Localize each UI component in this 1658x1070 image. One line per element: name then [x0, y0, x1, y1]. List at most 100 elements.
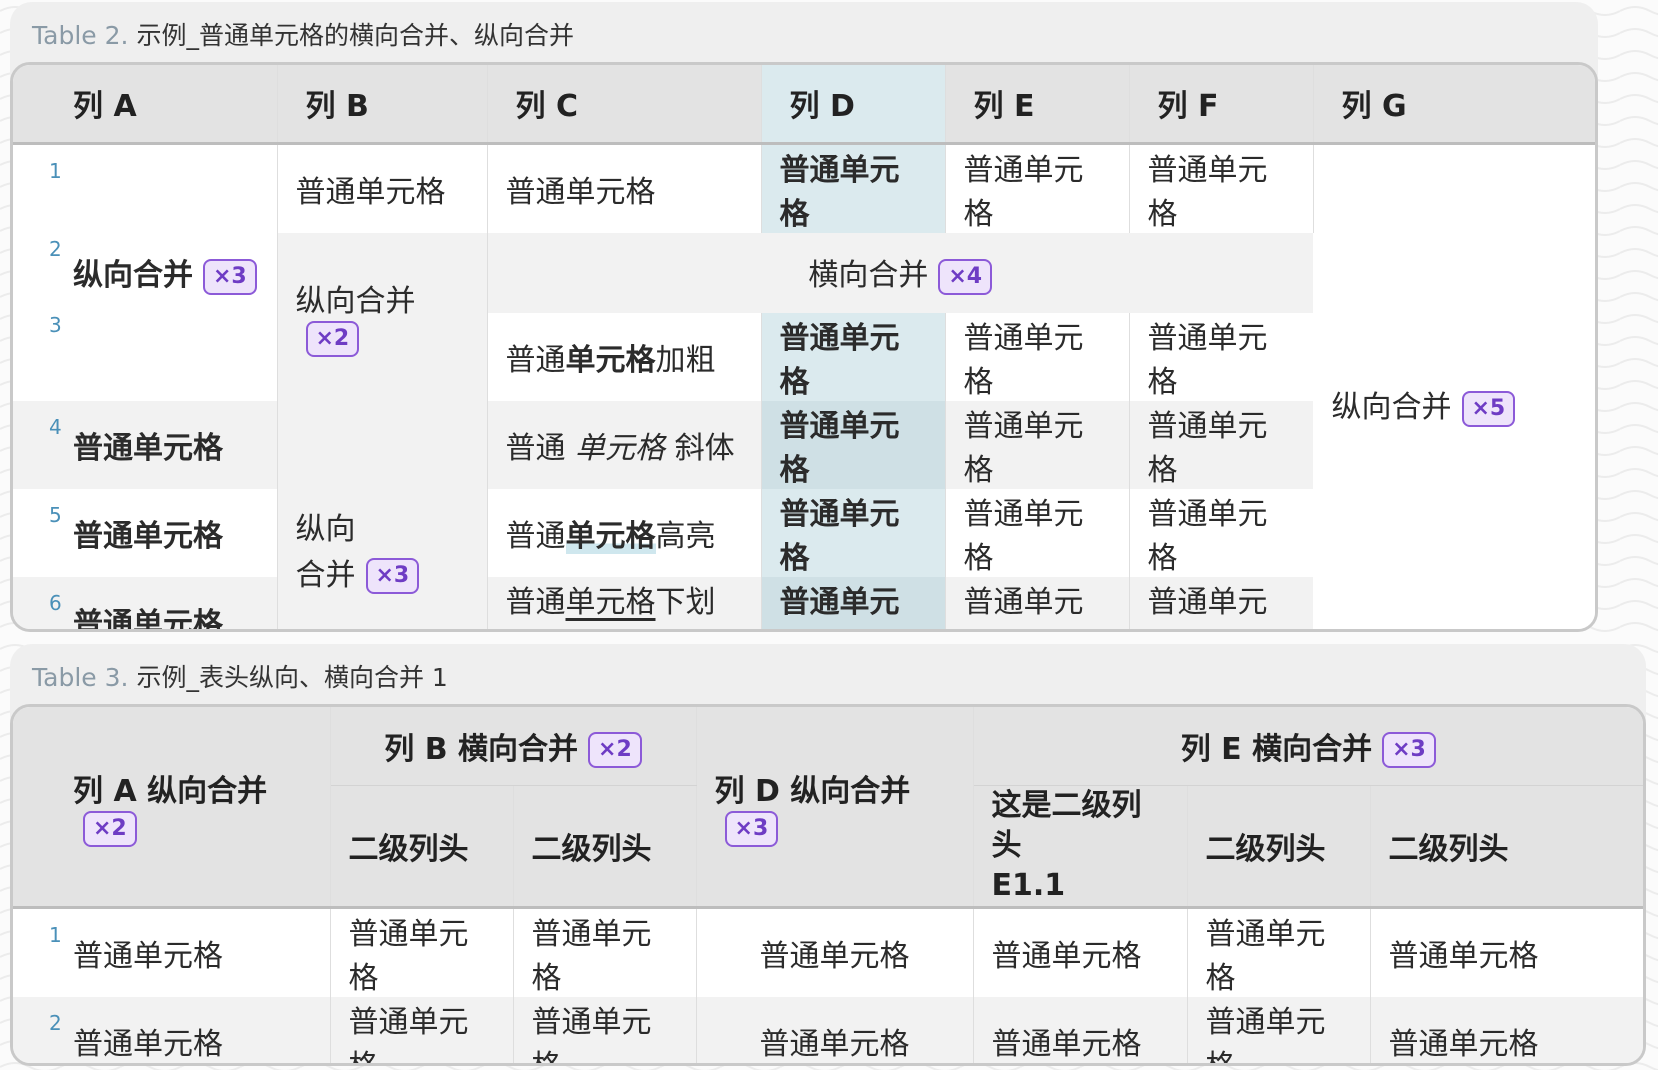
table-cell[interactable]: 普通单元格: [945, 576, 1130, 629]
table3-header-col-a[interactable]: 列 A 纵向合并×2: [13, 707, 331, 909]
table2-bold-cell[interactable]: 普通单元格加粗: [487, 312, 762, 401]
table-row: 2 普通单元格 普通单元格 普通单元格 普通单元格 普通单元格 普通单元格 普通单…: [13, 996, 1643, 1063]
table-cell[interactable]: 普通单元格: [945, 143, 1130, 233]
table2-italic-cell[interactable]: 普通 单元格 斜体: [487, 400, 762, 489]
table-cell[interactable]: 普通单元格: [513, 907, 697, 997]
table-cell[interactable]: 普通单元格: [330, 996, 514, 1063]
table-cell[interactable]: 普通单元格: [973, 996, 1188, 1063]
table-cell[interactable]: 普通单元格: [1187, 996, 1371, 1063]
table-cell[interactable]: 普通单元格: [761, 400, 946, 489]
table-cell[interactable]: 1 普通单元格: [13, 907, 331, 997]
table-cell[interactable]: 5 普通单元格: [13, 488, 278, 577]
cell-text: 高亮: [655, 518, 716, 554]
table-cell[interactable]: 普通单元格: [696, 907, 974, 997]
table2-header-col-b[interactable]: 列 B: [277, 65, 488, 145]
table-cell[interactable]: 普通单元格: [1370, 907, 1643, 997]
merge-count-badge: ×3: [365, 558, 420, 594]
row-number: 1: [49, 158, 62, 183]
table-cell[interactable]: 普通单元格: [1129, 488, 1313, 577]
table2-header-col-g[interactable]: 列 G: [1313, 65, 1595, 145]
table3-caption-text: 示例_表头纵向、横向合并 1: [136, 663, 448, 692]
row-number: 2: [49, 1010, 62, 1035]
row-number: 6: [49, 590, 62, 615]
table-cell[interactable]: 普通单元格: [973, 907, 1188, 997]
merge-count-badge: ×3: [1382, 732, 1436, 768]
table-cell[interactable]: 普通单元格: [945, 488, 1130, 577]
cell-text: 普通: [505, 430, 576, 466]
table2-header-col-d[interactable]: 列 D: [761, 65, 946, 145]
cell-text: 普通单元格: [73, 430, 223, 466]
table2-block: Table 2. 示例_普通单元格的横向合并、纵向合并 列 A 列 B 列 C 列…: [10, 2, 1598, 632]
header-text: 这是二级列头: [991, 787, 1142, 863]
table-cell[interactable]: 普通单元格: [1370, 996, 1643, 1063]
table-cell[interactable]: 4 普通单元格: [13, 400, 278, 489]
table2-colG-merge-cell[interactable]: 纵向合并 ×5: [1313, 143, 1595, 629]
table3-subheader[interactable]: 二级列头: [1187, 785, 1371, 909]
table-cell[interactable]: 6 普通单元格: [13, 576, 278, 632]
table-cell[interactable]: 普通单元格: [696, 996, 974, 1063]
table-cell[interactable]: 普通单元格: [945, 400, 1130, 489]
table-cell[interactable]: 普通单元格: [1187, 907, 1371, 997]
table3-caption-label: Table 3.: [32, 663, 129, 692]
table-cell[interactable]: 2 普通单元格: [13, 996, 331, 1063]
table2-frame: 列 A 列 B 列 C 列 D 列 E 列 F 列 G 1 2 3 纵向合并 ×3: [10, 62, 1598, 632]
header-text: 列 E 横向合并: [1180, 731, 1373, 767]
merge-count-badge: ×4: [938, 258, 993, 295]
merge-count-badge: ×2: [83, 810, 137, 847]
table2-header-col-c[interactable]: 列 C: [487, 65, 762, 145]
table-cell[interactable]: 普通单元格: [277, 143, 488, 233]
table2-highlight-cell[interactable]: 普通单元格高亮: [487, 488, 762, 577]
table2-colA-merge-cell[interactable]: 1 2 3 纵向合并 ×3: [13, 143, 278, 401]
table2-colB-merge-text: 纵向合并: [295, 284, 416, 320]
underline-text: 单元格: [565, 584, 656, 620]
merge-count-badge: ×5: [1461, 390, 1516, 427]
table-cell[interactable]: 普通单元格: [513, 996, 697, 1063]
table-cell[interactable]: 普通单元格: [761, 576, 946, 629]
cell-text: 普通: [505, 518, 566, 554]
highlight-text: 单元格: [565, 518, 656, 554]
table-cell[interactable]: 普通单元格: [761, 312, 946, 401]
cell-text: 普通单元格: [73, 1026, 223, 1062]
table2-colG-merge-text: 纵向合并: [1331, 390, 1452, 426]
table2-colB-merge-cell-2[interactable]: 纵向 合并 ×3: [277, 400, 488, 629]
table-cell[interactable]: 普通单元格: [1129, 143, 1314, 233]
row-number: 5: [49, 502, 62, 527]
table2-hmerge-text: 横向合并: [808, 258, 929, 294]
table2-header-col-f[interactable]: 列 F: [1129, 65, 1314, 145]
table-cell[interactable]: 普通单元格: [945, 312, 1130, 401]
table-cell[interactable]: 普通单元格: [1129, 312, 1313, 401]
table3-subheader[interactable]: 二级列头: [330, 785, 514, 909]
table2-colB-merge2-line2: 合并: [295, 557, 356, 593]
table3-block: Table 3. 示例_表头纵向、横向合并 1 列 A 纵向合并×2 列 B 横向…: [10, 644, 1646, 1066]
table-cell[interactable]: 普通单元格: [330, 907, 514, 997]
table2-header-col-e[interactable]: 列 E: [945, 65, 1130, 145]
row-number: 3: [49, 312, 62, 337]
table-cell[interactable]: 普通单元格: [761, 143, 946, 233]
table2-header-col-a[interactable]: 列 A: [13, 65, 278, 145]
table-cell[interactable]: 普通单元格: [1129, 400, 1313, 489]
table3: 列 A 纵向合并×2 列 B 横向合并 ×2 列 D 纵向合并×3 列 E 横向合…: [13, 707, 1643, 1063]
cell-text: 普通单元格: [73, 606, 223, 632]
table3-subheader[interactable]: 二级列头: [1370, 785, 1643, 909]
table-cell[interactable]: 普通单元格: [761, 488, 946, 577]
cell-text: 斜体: [665, 430, 735, 466]
row-number: 4: [49, 414, 62, 439]
header-text: 列 D 纵向合并: [714, 774, 911, 809]
table2-underline-cell[interactable]: 普通单元格下划线: [487, 576, 762, 629]
table3-subheader[interactable]: 二级列头: [513, 785, 697, 909]
table3-header-col-b[interactable]: 列 B 横向合并 ×2: [330, 707, 697, 786]
cell-text: 加粗: [655, 342, 716, 378]
table2-horizontal-merge-cell[interactable]: 横向合并 ×4: [487, 232, 1313, 313]
table-row: 1 2 3 纵向合并 ×3 普通单元格 普通单元格 普通单元格 普通单元格 普通单…: [13, 143, 1595, 629]
table3-header-col-e[interactable]: 列 E 横向合并 ×3: [973, 707, 1643, 786]
cell-text: 普通: [505, 584, 566, 620]
table3-header-col-d[interactable]: 列 D 纵向合并×3: [696, 707, 974, 909]
table3-subheader-e11[interactable]: 这是二级列头 E1.1: [973, 785, 1188, 909]
table-cell[interactable]: 普通单元格: [1129, 576, 1313, 629]
row-number: 1: [49, 922, 62, 947]
header-text: 列 A 纵向合并: [73, 774, 268, 809]
table2-caption-text: 示例_普通单元格的横向合并、纵向合并: [136, 21, 574, 50]
row-number: 2: [49, 236, 62, 261]
table-cell[interactable]: 普通单元格: [487, 143, 762, 233]
table2-colB-merge-cell-1[interactable]: 纵向合并×2: [277, 232, 488, 401]
